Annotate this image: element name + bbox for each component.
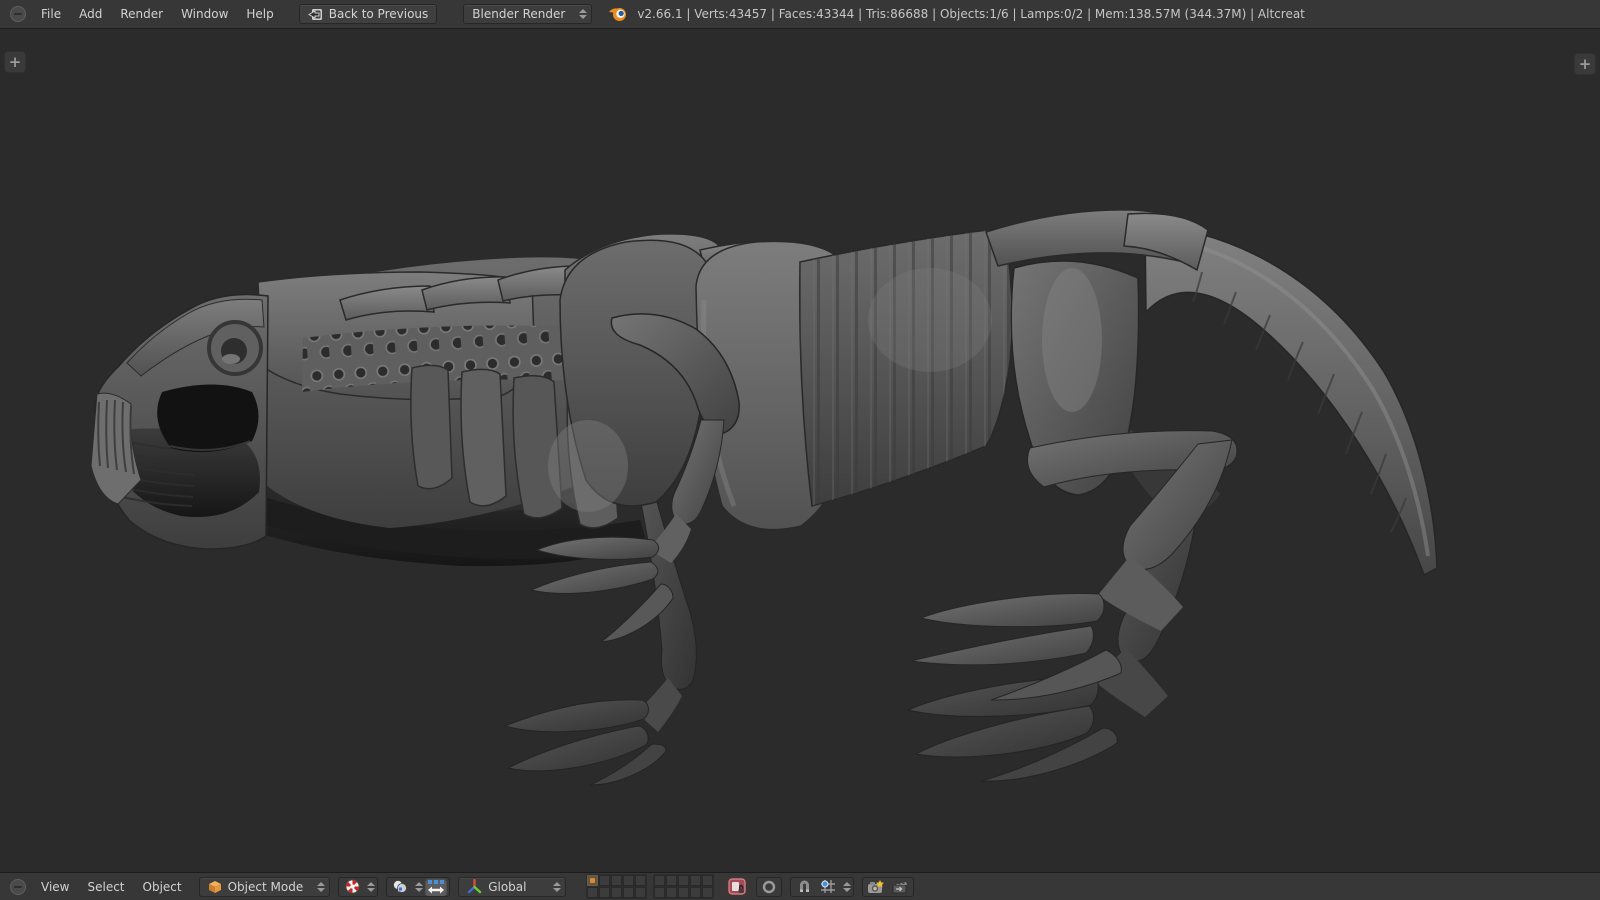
snap-element-dropdown[interactable] — [817, 878, 839, 896]
menu-select[interactable]: Select — [78, 880, 133, 894]
layer-cell[interactable] — [678, 887, 689, 898]
menu-view[interactable]: View — [32, 880, 78, 894]
back-to-previous-label: Back to Previous — [329, 7, 429, 21]
menu-file[interactable]: File — [32, 7, 70, 21]
scene-statistics: v2.66.1 | Verts:43457 | Faces:43344 | Tr… — [637, 7, 1305, 21]
layers-widget[interactable] — [586, 874, 714, 899]
dropdown-arrows-icon — [367, 882, 375, 892]
dropdown-arrows-icon — [317, 882, 325, 892]
render-engine-dropdown[interactable]: Blender Render — [463, 4, 592, 24]
blender-window: File Add Render Window Help Back to Prev… — [0, 0, 1600, 900]
layer-object-dot — [590, 878, 595, 883]
view3d-header: View Select Object Object Mode — [0, 872, 1600, 900]
viewport-shading-icon — [341, 878, 363, 896]
back-icon — [308, 8, 323, 21]
layer-cell[interactable] — [702, 875, 713, 886]
layer-cell[interactable] — [654, 875, 665, 886]
menu-window[interactable]: Window — [172, 7, 237, 21]
viewport-shading-dropdown[interactable] — [338, 877, 378, 897]
layers-right-group[interactable] — [653, 874, 714, 899]
layer-cell[interactable] — [666, 875, 677, 886]
menu-object[interactable]: Object — [134, 880, 191, 894]
blender-logo-icon — [608, 6, 627, 22]
dropdown-arrows-icon — [843, 882, 851, 892]
mode-dropdown[interactable]: Object Mode — [199, 877, 331, 897]
layer-cell[interactable] — [690, 887, 701, 898]
creature-model[interactable] — [0, 29, 1600, 872]
viewport-3d[interactable]: + + — [0, 29, 1600, 872]
pivot-point-group — [386, 877, 450, 897]
lock-to-scene-toggle[interactable] — [726, 878, 748, 896]
layer-cell[interactable] — [611, 887, 622, 898]
orientation-value: Global — [488, 880, 526, 894]
dropdown-arrows-icon — [553, 882, 561, 892]
opengl-render-animation-button[interactable] — [889, 878, 911, 896]
menu-add[interactable]: Add — [70, 7, 111, 21]
info-header: File Add Render Window Help Back to Prev… — [0, 0, 1600, 29]
creature-head — [91, 295, 268, 549]
axis-tripod-icon — [467, 879, 482, 894]
layer-cell[interactable] — [623, 875, 634, 886]
menu-render[interactable]: Render — [111, 7, 172, 21]
snap-group — [790, 877, 854, 897]
layer-1-active[interactable] — [587, 875, 598, 886]
proportional-editing-button[interactable] — [756, 877, 782, 897]
layers-left-group[interactable] — [586, 874, 647, 899]
editor-type-button-3dview[interactable] — [10, 879, 26, 895]
layer-cell[interactable] — [599, 887, 610, 898]
layer-cell[interactable] — [611, 875, 622, 886]
layer-cell[interactable] — [702, 887, 713, 898]
properties-expand-button[interactable]: + — [1574, 53, 1596, 75]
render-engine-value: Blender Render — [472, 7, 565, 21]
layer-cell[interactable] — [599, 875, 610, 886]
layer-cell[interactable] — [666, 887, 677, 898]
layer-cell[interactable] — [623, 887, 634, 898]
mode-value: Object Mode — [228, 880, 304, 894]
layer-cell[interactable] — [587, 887, 598, 898]
manipulator-toggle[interactable] — [425, 878, 447, 896]
opengl-render-image-button[interactable] — [865, 878, 887, 896]
back-to-previous-button[interactable]: Back to Previous — [299, 4, 438, 24]
layer-cell[interactable] — [690, 875, 701, 886]
layer-cell[interactable] — [654, 887, 665, 898]
toolshelf-expand-button[interactable]: + — [4, 51, 26, 73]
layer-cell[interactable] — [635, 887, 646, 898]
layer-cell[interactable] — [635, 875, 646, 886]
creature-torso — [696, 228, 1012, 530]
editor-type-button[interactable] — [10, 6, 26, 22]
pivot-point-dropdown[interactable] — [389, 878, 411, 896]
layer-cell[interactable] — [678, 875, 689, 886]
object-mode-cube-icon — [208, 880, 222, 894]
opengl-render-group — [862, 877, 914, 897]
snap-magnet-toggle[interactable] — [793, 878, 815, 896]
menu-help[interactable]: Help — [237, 7, 282, 21]
dropdown-arrows-icon — [415, 882, 423, 892]
orientation-dropdown[interactable]: Global — [458, 877, 566, 897]
dropdown-arrows-icon — [579, 9, 587, 19]
